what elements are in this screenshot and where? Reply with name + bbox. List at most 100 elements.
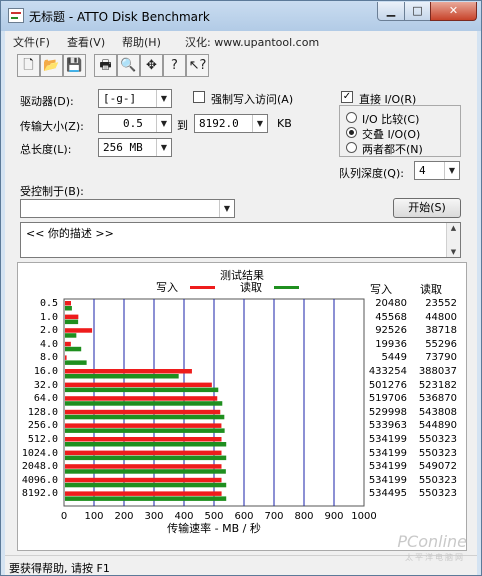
read-bar: [65, 442, 227, 447]
menu-bar: 文件(F) 查看(V) 帮助(H) 汉化: www.upantool.com: [5, 31, 477, 51]
x-tick-label: 400: [174, 511, 193, 522]
menu-localized-credit[interactable]: 汉化: www.upantool.com: [185, 34, 319, 50]
menu-file[interactable]: 文件(F): [13, 34, 50, 50]
read-bar: [65, 333, 77, 338]
queue-depth-label: 队列深度(Q):: [339, 167, 404, 180]
context-help-icon[interactable]: ↖?: [186, 54, 209, 77]
transfer-to-value: 8192.0: [199, 117, 239, 130]
write-bar: [65, 341, 71, 347]
read-bar: [65, 360, 87, 365]
menu-view[interactable]: 查看(V): [67, 34, 105, 50]
read-bar: [65, 469, 226, 474]
title-bar[interactable]: 无标题 - ATTO Disk Benchmark ▁ □ ✕: [1, 1, 481, 31]
chevron-down-icon[interactable]: ▼: [156, 139, 171, 156]
chevron-down-icon[interactable]: ▼: [444, 162, 459, 179]
write-bar: [65, 301, 71, 306]
read-bar: [65, 414, 225, 420]
force-write-checkbox[interactable]: [193, 91, 205, 103]
write-bar: [65, 464, 222, 469]
write-bar: [65, 355, 67, 360]
new-icon[interactable]: 🗋: [17, 54, 40, 77]
drive-select[interactable]: [-g-] ▼: [98, 89, 172, 108]
transfer-rate-chart: 0 100 200 300 400 500 600 700 800 900 1000 传输速率 - M…: [61, 298, 377, 535]
watermark-subtitle: 太平洋电脑网: [405, 553, 465, 562]
window-title: 无标题 - ATTO Disk Benchmark: [29, 10, 210, 24]
total-length-label: 总长度(L):: [20, 143, 72, 156]
x-tick-label: 700: [264, 511, 283, 522]
neither-radio[interactable]: [346, 142, 357, 153]
read-bar: [65, 319, 79, 325]
status-text: 要获得帮助, 请按 F1: [9, 562, 110, 575]
client-area: 🗋 📂 💾 🖶 🔍 ✥ ? ↖? 驱动器(D): [-g-] ▼ 强制写入访问(…: [5, 51, 477, 555]
move-icon[interactable]: ✥: [140, 54, 163, 77]
neither-label: 两者都不(N): [362, 143, 423, 156]
read-bar: [65, 401, 223, 406]
description-text: << 你的描述 >>: [26, 227, 114, 240]
close-button[interactable]: ✕: [430, 2, 477, 21]
app-icon: [8, 8, 24, 23]
write-bar: [65, 450, 222, 456]
write-bar: [65, 314, 79, 320]
kb-label: KB: [277, 117, 292, 130]
scroll-up-icon[interactable]: ▲: [449, 224, 458, 232]
queue-depth-select[interactable]: 4 ▼: [414, 161, 460, 180]
chevron-down-icon[interactable]: ▼: [156, 115, 171, 132]
x-tick-label: 200: [114, 511, 133, 522]
menu-help[interactable]: 帮助(H): [122, 34, 161, 50]
x-tick-label: 900: [324, 511, 343, 522]
read-bar: [65, 374, 179, 379]
x-tick-label: 100: [84, 511, 103, 522]
transfer-to-select[interactable]: 8192.0 ▼: [194, 114, 268, 133]
description-scrollbar[interactable]: ▲ ▼: [446, 223, 460, 257]
x-tick-label: 800: [294, 511, 313, 522]
results-panel: 测试结果 写入 读取 写入 读取 0.5 1.0 2.0 4.0 8.0 16.0 32.0…: [17, 262, 467, 551]
chevron-down-icon[interactable]: ▼: [219, 200, 234, 217]
help-icon[interactable]: ?: [163, 54, 186, 77]
chevron-down-icon[interactable]: ▼: [156, 90, 171, 107]
direct-io-checkbox[interactable]: ✓: [341, 91, 353, 103]
transfer-from-select[interactable]: 0.5 ▼: [98, 114, 172, 133]
read-bar: [65, 482, 227, 488]
to-label: 到: [177, 119, 188, 132]
x-tick-label: 1000: [351, 511, 376, 522]
description-textarea[interactable]: << 你的描述 >> ▲ ▼: [20, 222, 461, 258]
save-icon[interactable]: 💾: [63, 54, 86, 77]
overlap-io-label: 交叠 I/O(O): [362, 128, 421, 141]
write-bar: [65, 328, 93, 333]
start-button[interactable]: 开始(S): [393, 198, 461, 218]
controlled-by-select[interactable]: ▼: [20, 199, 235, 218]
drive-label: 驱动器(D):: [20, 95, 74, 108]
app-window: 无标题 - ATTO Disk Benchmark ▁ □ ✕ 文件(F) 查看…: [0, 0, 482, 576]
overlap-io-radio[interactable]: [346, 127, 357, 138]
write-bar: [65, 477, 222, 483]
maximize-button[interactable]: □: [404, 2, 431, 21]
watermark-logo: PConline: [397, 532, 467, 551]
open-icon[interactable]: 📂: [40, 54, 63, 77]
write-bar: [65, 396, 218, 401]
write-bar: [65, 423, 222, 428]
scroll-down-icon[interactable]: ▼: [449, 248, 458, 256]
print-icon[interactable]: 🖶: [94, 54, 117, 77]
minimize-button[interactable]: ▁: [377, 2, 405, 21]
read-bar: [65, 306, 72, 311]
io-compare-label: I/O 比较(C): [362, 113, 420, 126]
x-tick-label: 0: [61, 511, 67, 522]
chevron-down-icon[interactable]: ▼: [252, 115, 267, 132]
x-axis-label: 传输速率 - MB / 秒: [167, 521, 261, 535]
total-length-value: 256 MB: [103, 141, 143, 154]
io-compare-radio[interactable]: [346, 112, 357, 123]
read-bar: [65, 346, 82, 352]
write-bar: [65, 409, 221, 415]
transfer-from-value: 0.5: [123, 117, 143, 130]
queue-depth-value: 4: [419, 164, 426, 177]
write-bar: [65, 491, 222, 496]
x-tick-label: 500: [204, 511, 223, 522]
read-bar: [65, 387, 219, 393]
total-length-select[interactable]: 256 MB ▼: [98, 138, 172, 157]
force-write-label: 强制写入访问(A): [211, 93, 294, 106]
drive-value: [-g-]: [103, 92, 137, 105]
x-tick-label: 300: [144, 511, 163, 522]
transfer-size-label: 传输大小(Z):: [20, 120, 84, 133]
print-preview-icon[interactable]: 🔍: [117, 54, 140, 77]
read-bar: [65, 496, 227, 501]
